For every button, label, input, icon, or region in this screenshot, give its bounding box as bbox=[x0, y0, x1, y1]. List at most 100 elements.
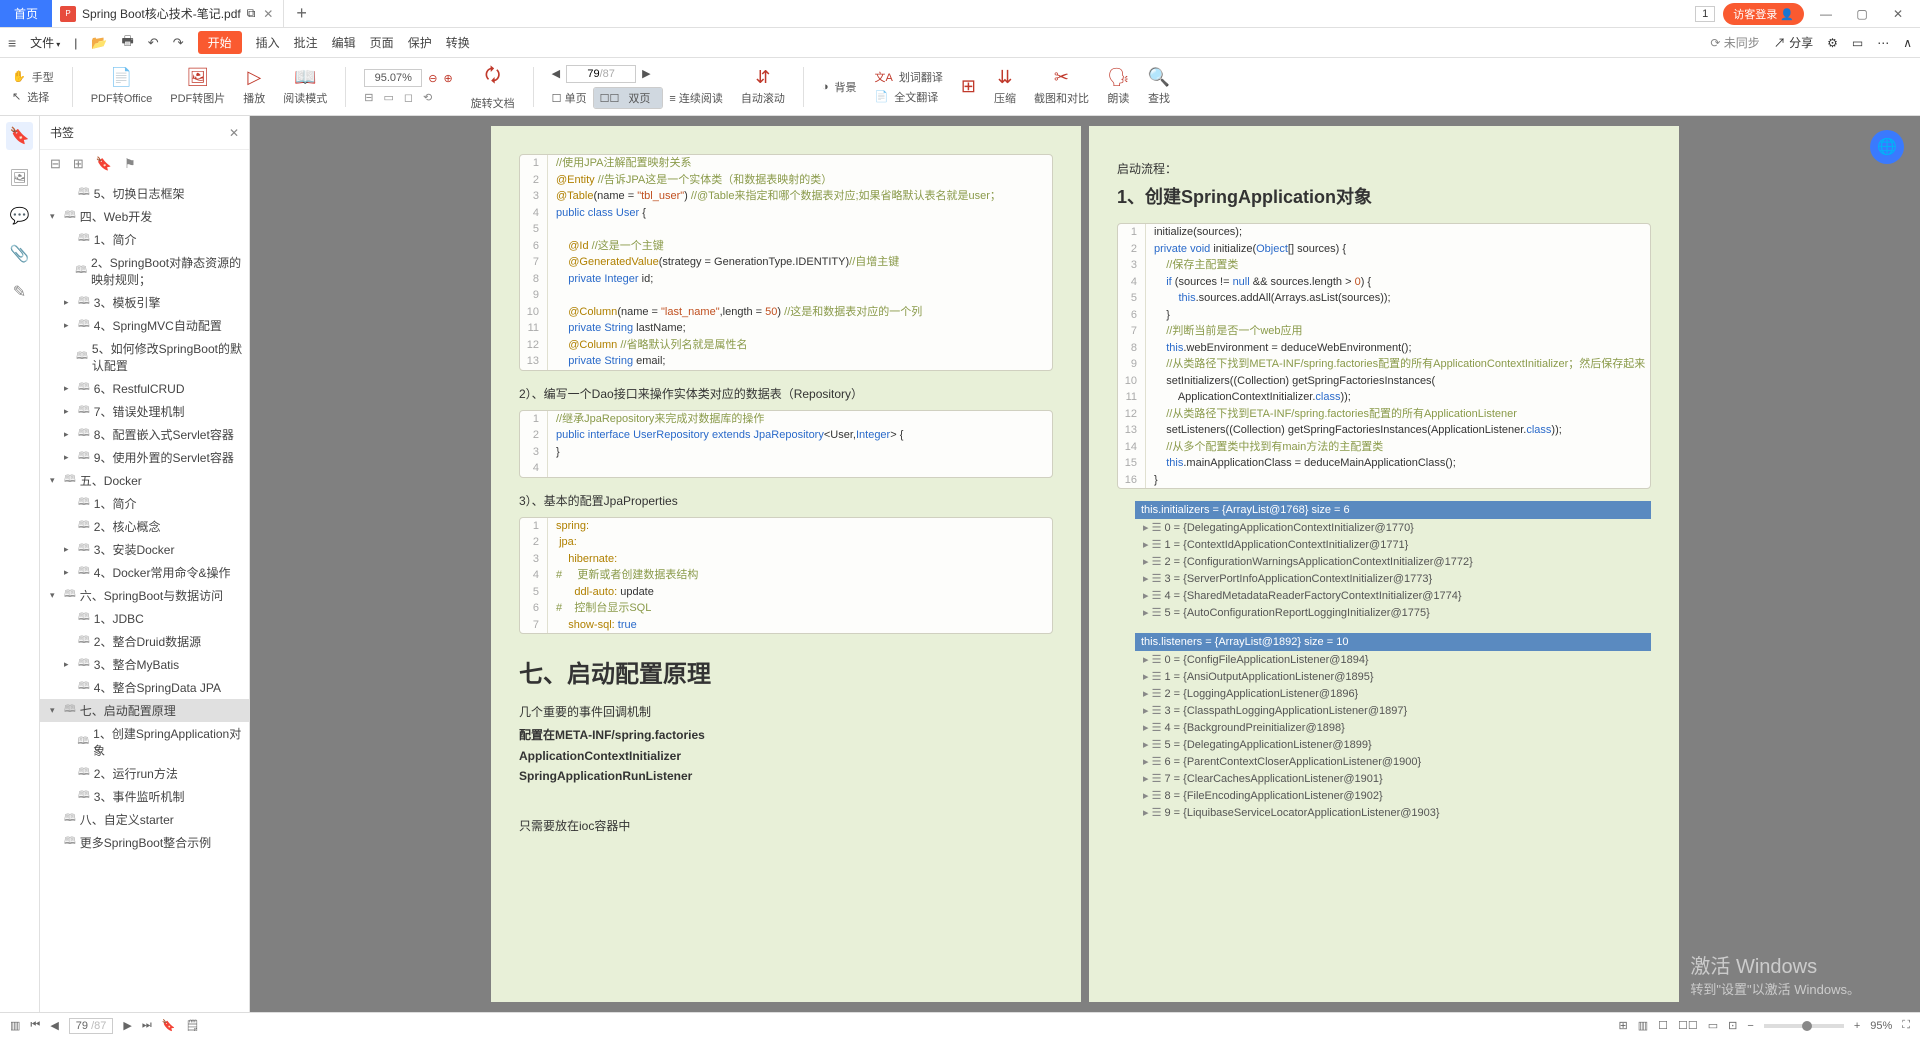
hand-tool[interactable]: ✋ 手型 bbox=[12, 69, 54, 85]
comment-icon[interactable]: 💬 bbox=[10, 206, 30, 226]
sb-view5-icon[interactable]: ▭ bbox=[1708, 1019, 1718, 1032]
bookmark-item[interactable]: 🕮4、整合SpringData JPA bbox=[40, 676, 249, 699]
redo-icon[interactable]: ↷ bbox=[173, 35, 184, 51]
assistant-fab[interactable]: 🌐 bbox=[1870, 130, 1904, 164]
bookmark-item[interactable]: 🕮5、切换日志框架 bbox=[40, 182, 249, 205]
tab-popout-icon[interactable]: ⧉ bbox=[247, 6, 256, 21]
bookmark-item[interactable]: 🕮更多SpringBoot整合示例 bbox=[40, 831, 249, 854]
more-icon[interactable]: ⋯ bbox=[1877, 36, 1889, 50]
sb-prev-page-icon[interactable]: ◀ bbox=[50, 1019, 58, 1032]
bookmark-item[interactable]: ▸🕮3、整合MyBatis bbox=[40, 653, 249, 676]
bookmark-item[interactable]: ▾🕮四、Web开发 bbox=[40, 205, 249, 228]
bm-tool-flag-icon[interactable]: ⚑ bbox=[124, 156, 136, 172]
bookmark-item[interactable]: 🕮1、简介 bbox=[40, 492, 249, 515]
attachment-icon[interactable]: 📎 bbox=[10, 244, 30, 264]
bookmark-item[interactable]: ▸🕮6、RestfulCRUD bbox=[40, 377, 249, 400]
single-page[interactable]: ☐ 单页 bbox=[552, 90, 587, 106]
bookmark-item[interactable]: ▸🕮8、配置嵌入式Servlet容器 bbox=[40, 423, 249, 446]
bookmark-item[interactable]: 🕮2、运行run方法 bbox=[40, 762, 249, 785]
sb-panel-icon[interactable]: ▥ bbox=[10, 1019, 20, 1032]
menu-edit[interactable]: 编辑 bbox=[332, 34, 356, 51]
bookmark-item[interactable]: ▾🕮七、启动配置原理 bbox=[40, 699, 249, 722]
loop-icon[interactable]: ⟲ bbox=[423, 91, 432, 104]
sb-first-page-icon[interactable]: ⏮ bbox=[30, 1019, 40, 1032]
min-ribbon-icon[interactable]: ▭ bbox=[1852, 36, 1863, 50]
bookmark-item[interactable]: 🕮5、如何修改SpringBoot的默认配置 bbox=[40, 337, 249, 377]
rotate-button[interactable]: 🗘旋转文档 bbox=[471, 63, 515, 111]
document-viewport[interactable]: 1//使用JPA注解配置映射关系2@Entity //告诉JPA这是一个实体类（… bbox=[250, 116, 1920, 1012]
fit-width-icon[interactable]: ⊟ bbox=[364, 91, 373, 104]
bookmark-item[interactable]: 🕮1、简介 bbox=[40, 228, 249, 251]
sb-last-page-icon[interactable]: ⏭ bbox=[142, 1019, 152, 1032]
thumbnail-icon[interactable]: 🖼 bbox=[9, 168, 29, 188]
prev-page-icon[interactable]: ◀ bbox=[552, 67, 560, 80]
bm-tool-add-icon[interactable]: 🔖 bbox=[96, 156, 112, 172]
read-aloud[interactable]: 🗣朗读 bbox=[1107, 67, 1130, 106]
sb-view1-icon[interactable]: ⊞ bbox=[1619, 1019, 1628, 1032]
share-button[interactable]: ↗ 分享 bbox=[1774, 34, 1813, 51]
read-mode[interactable]: 📖阅读模式 bbox=[283, 67, 327, 106]
sb-next-page-icon[interactable]: ▶ bbox=[123, 1019, 131, 1032]
menu-annotate[interactable]: 批注 bbox=[294, 34, 318, 51]
play-button[interactable]: ▷播放 bbox=[243, 67, 265, 106]
sb-fullscreen-icon[interactable]: ⛶ bbox=[1902, 1019, 1910, 1032]
undo-icon[interactable]: ↶ bbox=[148, 35, 159, 51]
word-translate[interactable]: 文A 划词翻译 bbox=[875, 69, 943, 85]
home-button[interactable]: 首页 bbox=[0, 0, 52, 27]
compress-button[interactable]: ⇊压缩 bbox=[994, 67, 1016, 106]
bookmark-item[interactable]: ▾🕮五、Docker bbox=[40, 469, 249, 492]
continuous-read[interactable]: ≡ 连续阅读 bbox=[669, 90, 722, 106]
sb-view2-icon[interactable]: ▥ bbox=[1638, 1019, 1648, 1032]
bookmark-item[interactable]: ▸🕮7、错误处理机制 bbox=[40, 400, 249, 423]
new-tab-button[interactable]: + bbox=[284, 3, 319, 24]
pdf-to-office[interactable]: 📄PDF转Office bbox=[91, 67, 153, 106]
minimize-icon[interactable]: — bbox=[1812, 7, 1840, 21]
sb-zoom-in-icon[interactable]: + bbox=[1854, 1020, 1860, 1032]
menu-protect[interactable]: 保护 bbox=[408, 34, 432, 51]
menu-insert[interactable]: 插入 bbox=[256, 34, 280, 51]
find-button[interactable]: 🔍查找 bbox=[1148, 67, 1170, 106]
menu-page[interactable]: 页面 bbox=[370, 34, 394, 51]
menu-convert[interactable]: 转换 bbox=[446, 34, 470, 51]
sb-note-icon[interactable]: 🗒 bbox=[185, 1019, 199, 1032]
ocr-button[interactable]: ⊞ bbox=[961, 76, 976, 97]
menu-file[interactable]: 文件 bbox=[30, 34, 60, 51]
bookmark-item[interactable]: ▸🕮4、SpringMVC自动配置 bbox=[40, 314, 249, 337]
auto-scroll[interactable]: ⇵自动滚动 bbox=[741, 67, 785, 106]
bookmark-item[interactable]: 🕮2、核心概念 bbox=[40, 515, 249, 538]
fit-page-icon[interactable]: ▭ bbox=[383, 91, 393, 104]
bookmark-item[interactable]: 🕮1、创建SpringApplication对象 bbox=[40, 722, 249, 762]
bookmark-item[interactable]: 🕮2、整合Druid数据源 bbox=[40, 630, 249, 653]
close-window-icon[interactable]: ✕ bbox=[1884, 7, 1912, 21]
bookmark-item[interactable]: ▸🕮3、模板引擎 bbox=[40, 291, 249, 314]
double-page-toggle[interactable]: ☐☐ 双页 bbox=[593, 87, 664, 109]
background-tool[interactable]: ◑ 背景 bbox=[822, 79, 857, 95]
sb-page-input[interactable]: 79 /87 bbox=[69, 1018, 114, 1034]
sb-view4-icon[interactable]: ☐☐ bbox=[1678, 1019, 1698, 1032]
menu-start[interactable]: 开始 bbox=[198, 31, 242, 54]
zoom-out-icon[interactable]: ⊖ bbox=[428, 72, 437, 85]
bookmark-item[interactable]: 🕮3、事件监听机制 bbox=[40, 785, 249, 808]
full-translate[interactable]: 📄 全文翻译 bbox=[875, 89, 943, 105]
bm-tool-collapse-icon[interactable]: ⊟ bbox=[50, 156, 61, 172]
page-input[interactable]: 79/87 bbox=[566, 65, 636, 83]
bookmark-item[interactable]: ▾🕮六、SpringBoot与数据访问 bbox=[40, 584, 249, 607]
bookmark-item[interactable]: ▸🕮9、使用外置的Servlet容器 bbox=[40, 446, 249, 469]
bookmark-item[interactable]: 🕮1、JDBC bbox=[40, 607, 249, 630]
sb-view6-icon[interactable]: ⊡ bbox=[1728, 1019, 1737, 1032]
bookmark-item[interactable]: ▸🕮4、Docker常用命令&操作 bbox=[40, 561, 249, 584]
bookmark-icon[interactable]: 🔖 bbox=[6, 122, 34, 150]
crop-compare[interactable]: ✂截图和对比 bbox=[1034, 67, 1089, 106]
sync-status[interactable]: ⟳ 未同步 bbox=[1710, 34, 1759, 51]
next-page-icon[interactable]: ▶ bbox=[642, 67, 650, 80]
maximize-icon[interactable]: ▢ bbox=[1848, 7, 1876, 21]
settings-icon[interactable]: ⚙ bbox=[1827, 36, 1838, 50]
sb-zoom-value[interactable]: 95% bbox=[1870, 1020, 1892, 1032]
zoom-in-icon[interactable]: ⊕ bbox=[443, 72, 452, 85]
login-button[interactable]: 访客登录 👤 bbox=[1723, 3, 1804, 25]
open-icon[interactable]: 📂 bbox=[91, 35, 107, 51]
document-tab[interactable]: P Spring Boot核心技术-笔记.pdf ⧉ ✕ bbox=[52, 0, 284, 27]
hamburger-icon[interactable]: ≡ bbox=[8, 35, 16, 51]
window-count[interactable]: 1 bbox=[1695, 6, 1715, 22]
expand-icon[interactable]: ∧ bbox=[1903, 36, 1912, 50]
